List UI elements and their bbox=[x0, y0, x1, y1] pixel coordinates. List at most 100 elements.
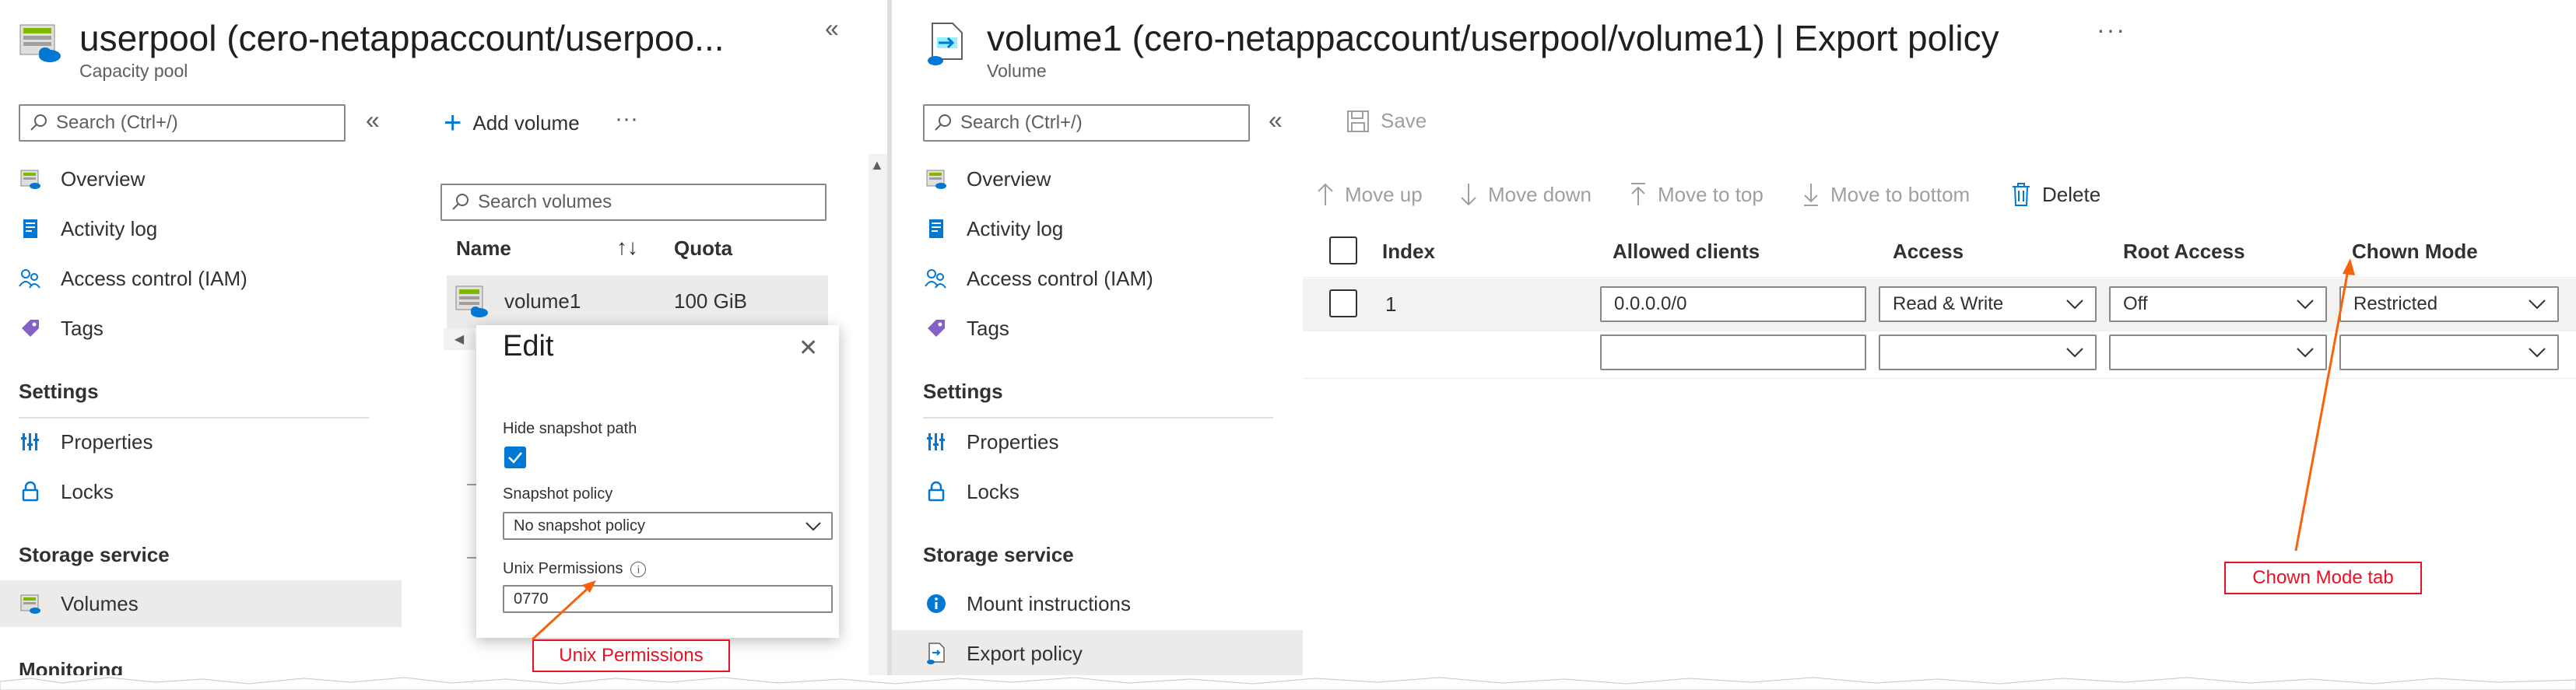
add-volume-button[interactable]: + Add volume bbox=[444, 106, 580, 141]
edit-panel-title: Edit bbox=[503, 330, 554, 363]
info-icon bbox=[925, 592, 948, 615]
allowed-clients-input-new[interactable] bbox=[1600, 334, 1866, 370]
capacity-pool-icon bbox=[19, 20, 64, 65]
unix-permissions-callout: Unix Permissions bbox=[532, 639, 730, 672]
move-up-button[interactable]: Move up bbox=[1317, 182, 1423, 207]
nav-item-properties[interactable]: Properties bbox=[0, 419, 381, 465]
access-dropdown-new[interactable] bbox=[1879, 334, 2097, 370]
allowed-clients-input[interactable]: 0.0.0.0/0 bbox=[1600, 286, 1866, 322]
access-dropdown[interactable]: Read & Write bbox=[1879, 286, 2097, 322]
tag-icon bbox=[19, 317, 42, 340]
unix-permissions-input[interactable]: 0770 bbox=[503, 585, 833, 613]
nav-section-storage-service: Storage service bbox=[19, 543, 170, 566]
add-volume-label: Add volume bbox=[472, 111, 580, 135]
root-access-value: Off bbox=[2123, 293, 2148, 314]
nav-item-activity-log[interactable]: Activity log bbox=[0, 205, 381, 252]
snapshot-policy-value: No snapshot policy bbox=[514, 517, 645, 534]
volume-quota: 100 GiB bbox=[674, 289, 747, 313]
scroll-left-icon[interactable]: ◀ bbox=[444, 328, 475, 350]
root-access-dropdown-new[interactable] bbox=[2109, 334, 2327, 370]
select-all-checkbox[interactable] bbox=[1329, 236, 1357, 264]
trash-icon bbox=[2011, 182, 2031, 207]
row-index: 1 bbox=[1385, 292, 1397, 316]
nav-item-label: Tags bbox=[61, 316, 104, 340]
edit-volume-panel: Edit ✕ Hide snapshot path Snapshot polic… bbox=[476, 325, 839, 638]
nav-item-overview[interactable]: Overview bbox=[0, 156, 381, 202]
nav-section-settings: Settings bbox=[923, 380, 1003, 403]
nav-item-label: Properties bbox=[61, 429, 153, 454]
sort-icon[interactable]: ↑↓ bbox=[616, 235, 638, 260]
nav-item-label: Mount instructions bbox=[967, 591, 1131, 615]
nav-item-locks[interactable]: Locks bbox=[906, 468, 1287, 515]
nav-item-tags[interactable]: Tags bbox=[906, 305, 1287, 352]
nav-item-volumes[interactable]: Volumes bbox=[0, 580, 402, 627]
move-to-top-label: Move to top bbox=[1658, 182, 1764, 206]
row-checkbox[interactable] bbox=[1329, 289, 1357, 317]
lock-icon bbox=[925, 480, 948, 503]
collapse-menu-icon[interactable]: « bbox=[366, 106, 380, 135]
nav-item-iam[interactable]: Access control (IAM) bbox=[906, 255, 1287, 302]
add-icon: + bbox=[444, 106, 462, 140]
nav-item-export-policy[interactable]: Export policy bbox=[892, 630, 1303, 677]
vertical-scrollbar[interactable] bbox=[869, 154, 887, 690]
check-icon bbox=[508, 452, 522, 464]
torn-edge bbox=[0, 675, 2576, 690]
collapse-pane-icon[interactable]: « bbox=[825, 14, 839, 43]
close-icon[interactable]: ✕ bbox=[798, 334, 818, 362]
chown-mode-dropdown[interactable]: Restricted bbox=[2339, 286, 2559, 322]
nav-item-activity-log[interactable]: Activity log bbox=[906, 205, 1287, 252]
unix-permissions-label: Unix Permissions bbox=[503, 560, 623, 577]
nav-item-tags[interactable]: Tags bbox=[0, 305, 381, 352]
volume-name[interactable]: volume1 bbox=[504, 289, 581, 313]
root-access-dropdown[interactable]: Off bbox=[2109, 286, 2327, 322]
more-options-icon[interactable]: ··· bbox=[2097, 16, 2126, 44]
search-volumes-input[interactable]: Search volumes bbox=[440, 184, 826, 221]
nav-item-locks[interactable]: Locks bbox=[0, 468, 381, 515]
nav-item-label: Overview bbox=[61, 166, 146, 191]
move-to-top-icon bbox=[1630, 182, 1647, 207]
nav-item-label: Activity log bbox=[61, 216, 158, 240]
column-header-name[interactable]: Name bbox=[456, 236, 511, 261]
hide-snapshot-path-checkbox[interactable] bbox=[504, 447, 526, 468]
scroll-up-icon[interactable]: ▲ bbox=[870, 157, 884, 173]
snapshot-policy-dropdown[interactable]: No snapshot policy bbox=[503, 512, 833, 540]
nav-item-mount-instructions[interactable]: Mount instructions bbox=[906, 580, 1287, 627]
info-icon[interactable]: i bbox=[630, 561, 647, 577]
nav-section-settings: Settings bbox=[19, 380, 99, 403]
arrow-up-icon bbox=[1317, 182, 1334, 207]
activity-log-icon bbox=[925, 217, 948, 240]
resource-menu-search-input[interactable]: Search (Ctrl+/) bbox=[19, 104, 346, 142]
chown-mode-dropdown-new[interactable] bbox=[2339, 334, 2559, 370]
move-to-bottom-button[interactable]: Move to bottom bbox=[1802, 182, 1970, 207]
chevron-down-icon bbox=[2066, 299, 2083, 310]
volumes-icon bbox=[19, 592, 42, 615]
column-header-quota[interactable]: Quota bbox=[674, 236, 732, 261]
nav-item-label: Volumes bbox=[61, 591, 139, 615]
move-to-top-button[interactable]: Move to top bbox=[1630, 182, 1764, 207]
search-icon bbox=[452, 194, 469, 210]
chevron-down-icon bbox=[2529, 348, 2546, 358]
screenshot: userpool (cero-netappaccount/userpoo... … bbox=[0, 0, 2576, 690]
nav-item-iam[interactable]: Access control (IAM) bbox=[0, 255, 381, 302]
export-policy-icon bbox=[925, 642, 948, 665]
volume-resource-menu: Overview Activity log Access control (IA… bbox=[892, 0, 1304, 690]
nav-item-label: Locks bbox=[967, 479, 1020, 503]
header-divider bbox=[1303, 277, 2576, 278]
access-value: Read & Write bbox=[1893, 293, 2004, 314]
nav-item-label: Activity log bbox=[967, 216, 1064, 240]
chevron-down-icon bbox=[2297, 348, 2314, 358]
delete-button[interactable]: Delete bbox=[2011, 182, 2100, 207]
move-down-button[interactable]: Move down bbox=[1460, 182, 1592, 207]
save-icon bbox=[1347, 110, 1369, 132]
move-to-bottom-icon bbox=[1802, 182, 1820, 207]
delete-label: Delete bbox=[2042, 182, 2101, 206]
row-divider bbox=[1303, 378, 2576, 379]
column-header-index: Index bbox=[1382, 240, 1435, 263]
column-header-chown-mode: Chown Mode bbox=[2352, 240, 2478, 263]
properties-icon bbox=[925, 430, 948, 454]
snapshot-policy-label: Snapshot policy bbox=[503, 485, 613, 503]
save-button[interactable]: Save bbox=[1346, 109, 1427, 133]
more-commands-button[interactable]: ··· bbox=[615, 106, 638, 132]
nav-item-overview[interactable]: Overview bbox=[906, 156, 1287, 202]
nav-item-properties[interactable]: Properties bbox=[906, 419, 1287, 465]
